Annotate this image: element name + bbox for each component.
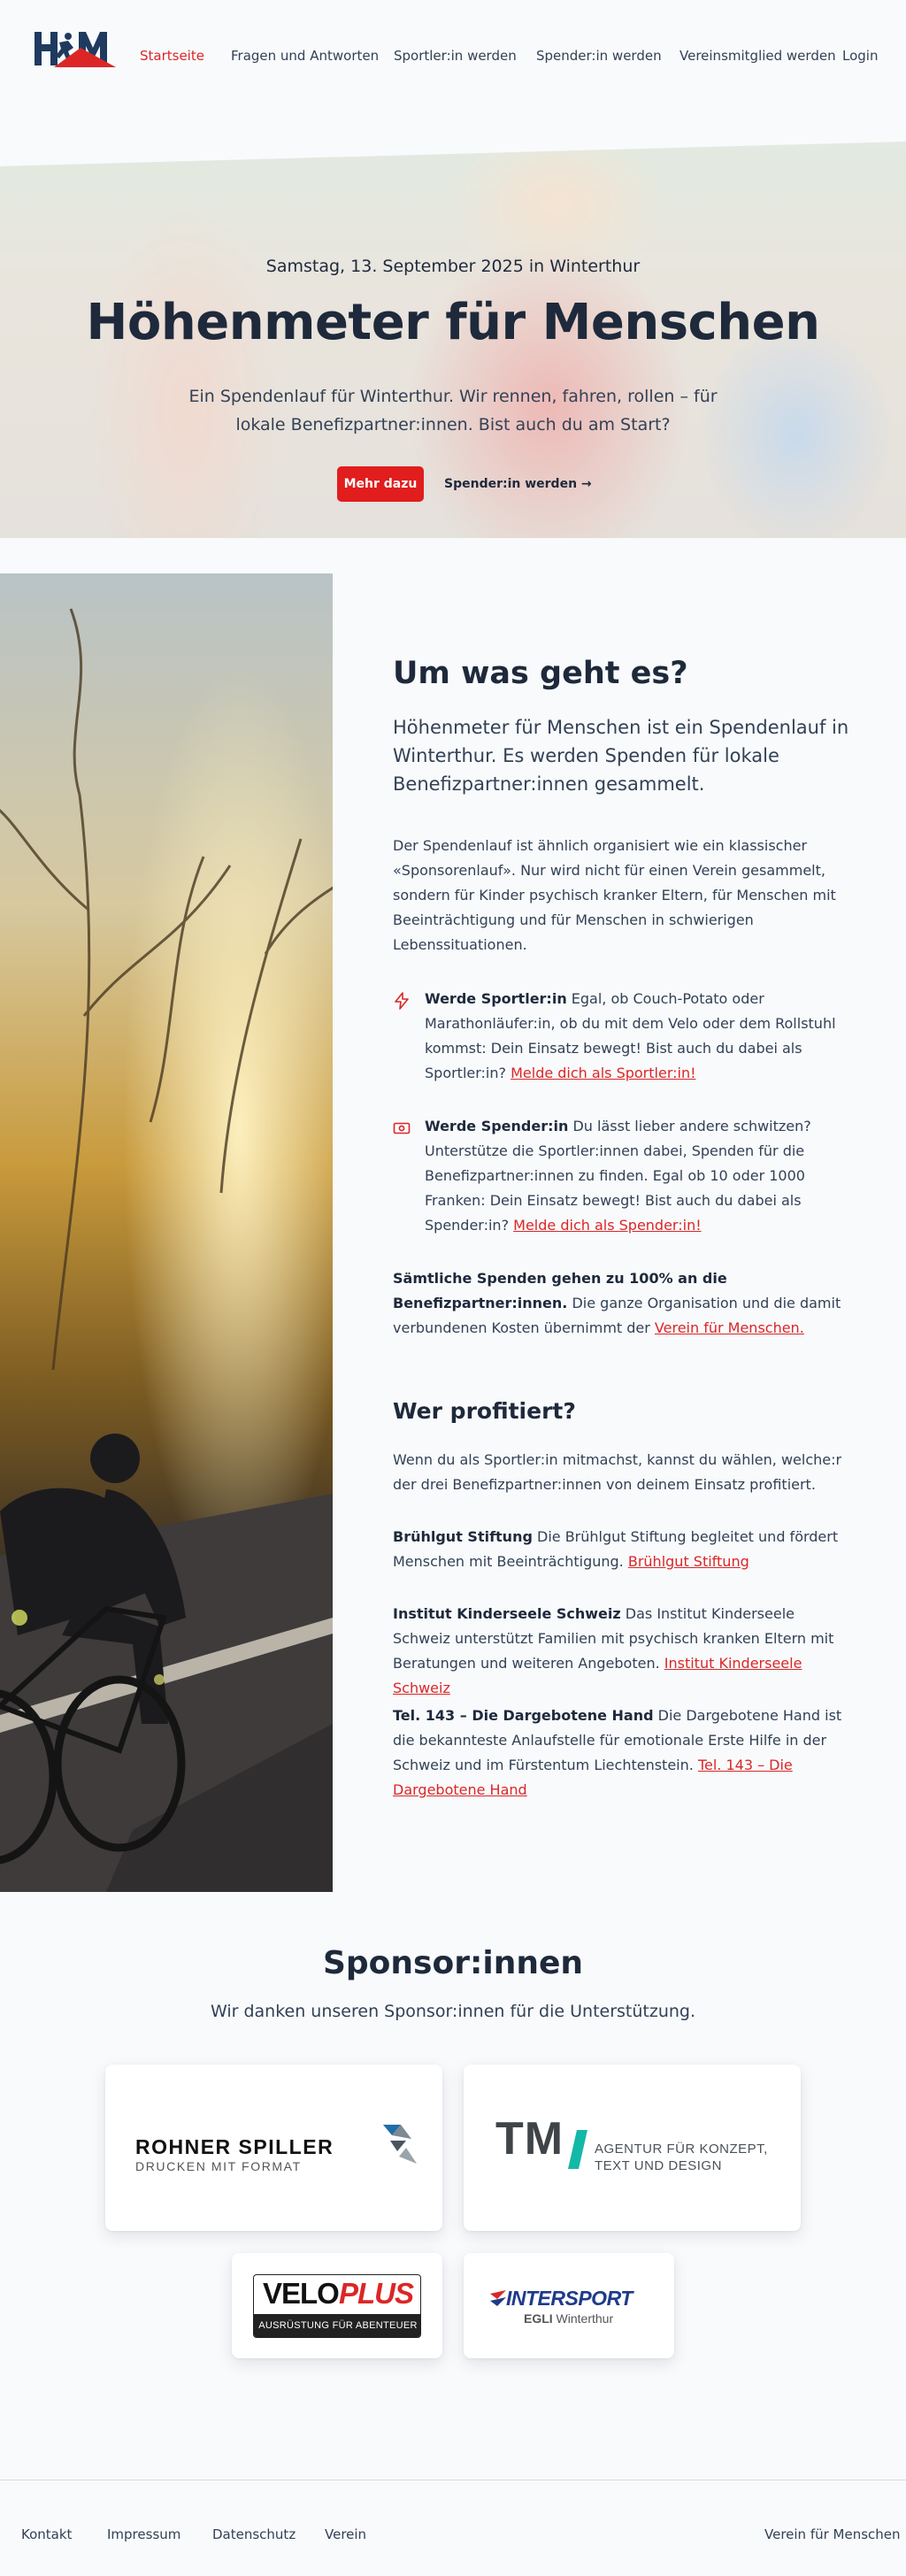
hero-date: Samstag, 13. September 2025 in Winterthu… (265, 257, 641, 276)
intersport-winterthur: Winterthur (552, 2311, 614, 2326)
spender-werden-link[interactable]: Spender:in werden → (444, 466, 592, 502)
sponsor-rohner-spiller[interactable]: ROHNER SPILLER DRUCKEN MIT FORMAT (105, 2065, 442, 2231)
feature-sportler-text: Werde Sportler:in Egal, ob Couch-Potato … (425, 987, 853, 1086)
footer-verein[interactable]: Verein (325, 2526, 366, 2542)
beneficiary-kinderseele: Institut Kinderseele Schweiz Das Institu… (393, 1602, 853, 1701)
intersport-name: INTERSPORT (506, 2287, 633, 2310)
nav-startseite[interactable]: Startseite (140, 48, 204, 64)
donation-note: Sämtliche Spenden gehen zu 100% an die B… (393, 1266, 853, 1341)
beneficiaries-intro: Wenn du als Sportler:in mitmachst, kanns… (393, 1451, 842, 1493)
tm-mark: TM (495, 2113, 564, 2165)
hero-text: Ein Spendenlauf für Winterthur. Wir renn… (188, 387, 718, 434)
veloplus-velo: VELO (263, 2277, 340, 2310)
about-title: Um was geht es? (393, 656, 688, 691)
tm-line1: AGENTUR FÜR KONZEPT, (595, 2142, 768, 2157)
bruehlgut-link[interactable]: Brühlgut Stiftung (628, 1553, 749, 1570)
footer-verein-fuer-menschen[interactable]: Verein für Menschen (764, 2526, 901, 2542)
bolt-icon (395, 992, 409, 1010)
feature-sportler-title: Werde Sportler:in (425, 990, 567, 1007)
beneficiary-kinderseele-name: Institut Kinderseele Schweiz (393, 1605, 621, 1622)
sponsor-veloplus[interactable]: VELO PLUS AUSRÜSTUNG FÜR ABENTEUER (232, 2253, 442, 2358)
mehr-dazu-button[interactable]: Mehr dazu (337, 466, 424, 502)
sponsor-intersport-egli[interactable]: INTERSPORT EGLI Winterthur (464, 2253, 674, 2358)
beneficiary-dargebotene-hand-name: Tel. 143 – Die Dargebotene Hand (393, 1707, 654, 1724)
veloplus-plus: PLUS (339, 2277, 414, 2310)
melde-spender-link[interactable]: Melde dich als Spender:in! (513, 1217, 701, 1234)
site-logo[interactable] (33, 30, 118, 67)
banknote-icon (393, 1122, 411, 1134)
hero-title: Höhenmeter für Menschen (86, 294, 820, 351)
sponsors-subtitle: Wir danken unseren Sponsor:innen für die… (210, 2002, 696, 2021)
cyclist-photo (0, 573, 333, 1892)
site-header: Startseite Fragen und Antworten Sportler… (0, 0, 906, 115)
melde-sportler-link[interactable]: Melde dich als Sportler:in! (511, 1065, 695, 1081)
beneficiary-bruehlgut: Brühlgut Stiftung Die Brühlgut Stiftung … (393, 1525, 853, 1574)
rohner-spiller-name: ROHNER SPILLER (135, 2135, 334, 2158)
veloplus-tagline: AUSRÜSTUNG FÜR ABENTEUER (254, 2314, 420, 2337)
nav-fragen-und-antworten[interactable]: Fragen und Antworten (231, 48, 379, 64)
feature-spender-text: Werde Spender:in Du lässt lieber andere … (425, 1114, 853, 1238)
veloplus-logo: VELO PLUS AUSRÜSTUNG FÜR ABENTEUER (253, 2274, 421, 2338)
beneficiary-dargebotene-hand: Tel. 143 – Die Dargebotene Hand Die Darg… (393, 1703, 853, 1803)
rohner-spiller-tagline: DRUCKEN MIT FORMAT (135, 2159, 302, 2173)
sponsor-tm-agentur[interactable]: TM AGENTUR FÜR KONZEPT, TEXT UND DESIGN (464, 2065, 801, 2231)
sponsors-title: Sponsor:innen (322, 1945, 583, 1981)
footer-datenschutz[interactable]: Datenschutz (212, 2526, 296, 2542)
nav-login[interactable]: Login (842, 48, 878, 64)
about-lead: Höhenmeter für Menschen ist ein Spendenl… (393, 717, 849, 795)
nav-spender-werden[interactable]: Spender:in werden (536, 48, 662, 64)
beneficiaries-title: Wer profitiert? (393, 1398, 576, 1424)
tm-line2: TEXT UND DESIGN (595, 2158, 722, 2173)
nav-sportler-werden[interactable]: Sportler:in werden (394, 48, 517, 64)
footer-impressum[interactable]: Impressum (107, 2526, 180, 2542)
hero-section: Samstag, 13. September 2025 in Winterthu… (0, 142, 906, 538)
about-intro: Der Spendenlauf ist ähnlich organisiert … (393, 837, 836, 953)
tm-slash-icon (568, 2130, 587, 2169)
rohner-spiller-mark-icon (383, 2125, 417, 2164)
feature-spender: Werde Spender:in Du lässt lieber andere … (393, 1114, 853, 1247)
intersport-arrow-icon (490, 2290, 506, 2306)
beneficiary-bruehlgut-name: Brühlgut Stiftung (393, 1528, 533, 1545)
verein-link[interactable]: Verein für Menschen. (655, 1319, 804, 1336)
hfm-logo-icon (33, 30, 118, 67)
feature-spender-title: Werde Spender:in (425, 1118, 569, 1134)
nav-vereinsmitglied-werden[interactable]: Vereinsmitglied werden (680, 48, 836, 64)
intersport-sub: EGLI Winterthur (524, 2311, 613, 2326)
feature-sportler: Werde Sportler:in Egal, ob Couch-Potato … (393, 987, 853, 1093)
footer-kontakt[interactable]: Kontakt (21, 2526, 72, 2542)
intersport-egli: EGLI (524, 2311, 553, 2326)
